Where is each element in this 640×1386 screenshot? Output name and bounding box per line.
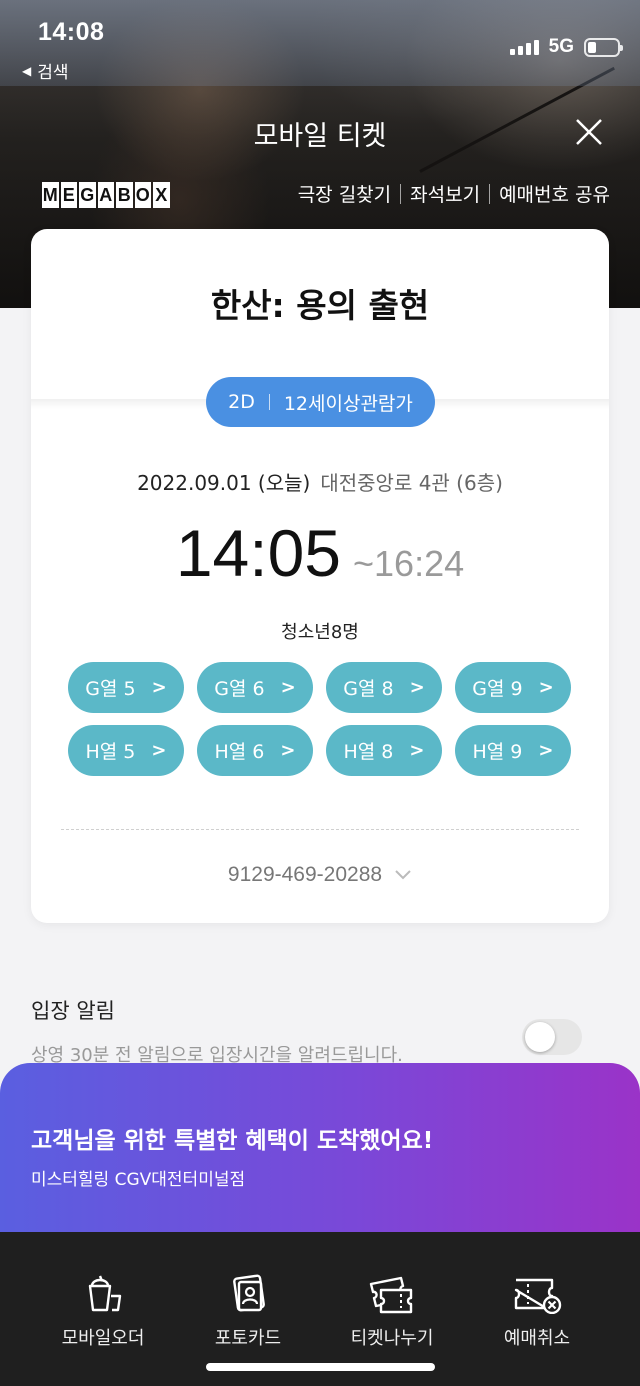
chevron-right-icon: > — [409, 740, 425, 761]
status-indicators: 5G — [509, 36, 623, 58]
photo-card-icon — [233, 1274, 265, 1312]
rating-label: 12세이상관람가 — [283, 392, 413, 415]
booking-number: 9129-469-20288 — [227, 863, 383, 886]
promo-title: 고객님을 위한 특별한 혜택이 도착했어요! — [31, 1128, 434, 1154]
theater-directions-link[interactable]: 극장 길찾기 — [298, 180, 391, 207]
close-icon — [576, 119, 602, 145]
share-booking-link[interactable]: 예매번호 공유 — [499, 180, 610, 207]
tab-label: 모바일오더 — [61, 1328, 145, 1349]
chevron-right-icon: > — [409, 677, 425, 698]
header-links: 극장 길찾기 좌석보기 예매번호 공유 — [298, 180, 610, 207]
format-label: 2D — [228, 391, 255, 413]
chevron-right-icon: > — [280, 677, 296, 698]
status-time: 14:08 — [38, 18, 105, 46]
back-label: 검색 — [37, 63, 69, 83]
back-to-search-link[interactable]: ◀ 검색 — [22, 58, 69, 83]
battery-icon — [584, 37, 623, 57]
tab-label: 포토카드 — [214, 1328, 282, 1349]
seat-button[interactable]: H열 6 > — [197, 725, 313, 776]
network-type: 5G — [548, 36, 574, 57]
divider — [61, 829, 579, 830]
seat-list: G열 5 > G열 6 > G열 8 > G열 9 > H열 5 > H열 6 > H열 8… — [68, 662, 572, 776]
tab-label: 예매취소 — [503, 1328, 571, 1349]
ticket-cancel-icon — [514, 1278, 562, 1314]
theater-name: 대전중앙로 4관 (6층) — [320, 471, 503, 495]
close-button[interactable] — [574, 117, 604, 147]
drink-icon — [88, 1275, 122, 1312]
entry-alert-title: 입장 알림 — [31, 999, 115, 1023]
chevron-right-icon: > — [151, 740, 167, 761]
start-time: 14:05 — [175, 516, 342, 590]
seat-button[interactable]: G열 5 > — [68, 662, 184, 713]
seat-button[interactable]: H열 8 > — [326, 725, 442, 776]
toggle-knob — [525, 1022, 555, 1052]
tab-ticket-cancel[interactable]: 예매취소 — [467, 1274, 607, 1350]
seat-button[interactable]: G열 9 > — [455, 662, 571, 713]
tab-ticket-share[interactable]: 티켓나누기 — [322, 1274, 462, 1350]
end-time: ~16:24 — [353, 543, 465, 584]
chevron-down-icon — [395, 870, 411, 880]
home-indicator[interactable] — [206, 1363, 435, 1371]
ticket-card: 한산: 용의 출현 2D 12세이상관람가 2022.09.01 (오늘) 대전중… — [31, 229, 609, 923]
signal-icon — [509, 39, 539, 55]
showing-date: 2022.09.01 (오늘) — [137, 471, 311, 495]
tab-label: 티켓나누기 — [350, 1328, 434, 1349]
entry-alert-toggle[interactable] — [522, 1019, 582, 1055]
showing-date-theater: 2022.09.01 (오늘) 대전중앙로 4관 (6층) — [31, 467, 609, 496]
tab-mobile-order[interactable]: 모바일오더 — [33, 1274, 173, 1350]
chevron-right-icon: > — [538, 677, 554, 698]
showing-time: 14:05 ~16:24 — [31, 515, 609, 591]
movie-title: 한산: 용의 출현 — [210, 286, 430, 325]
ticket-share-icon — [369, 1276, 413, 1314]
chevron-right-icon: > — [538, 740, 554, 761]
seat-view-link[interactable]: 좌석보기 — [410, 180, 480, 207]
seat-button[interactable]: H열 5 > — [68, 725, 184, 776]
back-triangle-icon: ◀ — [22, 63, 32, 78]
promo-subtitle: 미스터힐링 CGV대전터미널점 — [31, 1170, 246, 1190]
seat-button[interactable]: G열 6 > — [197, 662, 313, 713]
chevron-right-icon: > — [151, 677, 167, 698]
chevron-right-icon: > — [280, 740, 296, 761]
booking-number-toggle[interactable]: 9129-469-20288 — [31, 863, 609, 887]
seat-button[interactable]: H열 9 > — [455, 725, 571, 776]
seat-button[interactable]: G열 8 > — [326, 662, 442, 713]
page-title: 모바일 티켓 — [253, 121, 387, 152]
megabox-logo: MEGABOX — [42, 182, 170, 208]
audience-count: 청소년8명 — [281, 622, 359, 643]
tab-photo-card[interactable]: 포토카드 — [178, 1274, 318, 1350]
format-rating-badge: 2D 12세이상관람가 — [206, 377, 435, 427]
